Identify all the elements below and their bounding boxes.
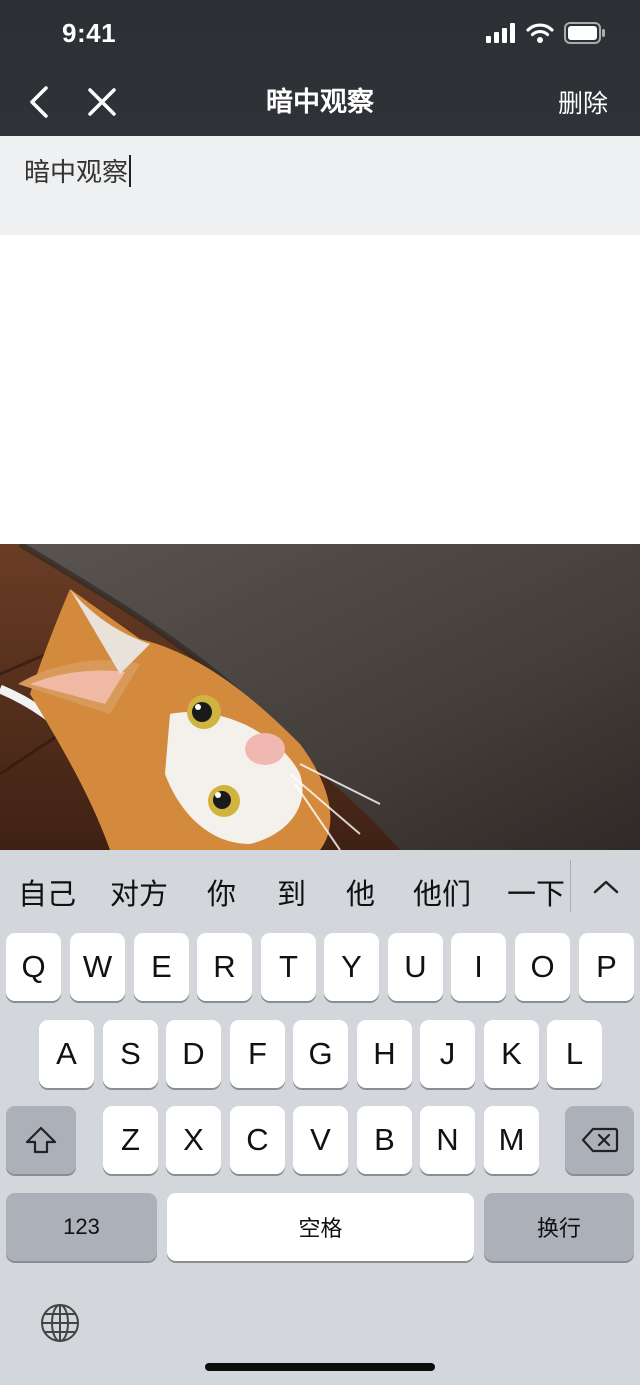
candidate-2[interactable]: 对方 [110,871,168,913]
key-v[interactable]: V [293,1106,348,1174]
nav-header: 9:41 暗中观察 删除 [0,0,640,136]
key-i[interactable]: I [451,933,506,1001]
page-title: 暗中观察 [266,87,374,117]
key-k[interactable]: K [484,1020,539,1088]
globe-icon[interactable] [40,1303,80,1343]
numbers-key[interactable]: 123 [6,1193,157,1261]
key-z[interactable]: Z [103,1106,158,1174]
title-input[interactable]: 暗中观察 [24,152,132,189]
key-c[interactable]: C [230,1106,285,1174]
key-f[interactable]: F [230,1020,285,1088]
shift-icon [25,1126,57,1154]
candidate-1[interactable]: 自己 [18,871,76,913]
key-r[interactable]: R [197,933,252,1001]
key-y[interactable]: Y [324,933,379,1001]
key-x[interactable]: X [166,1106,221,1174]
delete-button[interactable]: 删除 [558,84,608,120]
key-b[interactable]: B [357,1106,412,1174]
wifi-icon [526,23,554,43]
key-d[interactable]: D [166,1020,221,1088]
key-t[interactable]: T [261,933,316,1001]
key-h[interactable]: H [357,1020,412,1088]
key-q[interactable]: Q [6,933,61,1001]
candidate-6[interactable]: 他们 [413,871,471,913]
battery-icon [564,22,605,44]
signal-icon [486,23,515,43]
key-l[interactable]: L [547,1020,602,1088]
key-o[interactable]: O [515,933,570,1001]
key-e[interactable]: E [134,933,189,1001]
candidate-4[interactable]: 到 [277,871,306,913]
editor-body[interactable] [0,235,640,544]
key-s[interactable]: S [103,1020,158,1088]
key-w[interactable]: W [70,933,125,1001]
backspace-icon [581,1127,618,1153]
candidate-divider [570,860,571,912]
status-time: 9:41 [62,18,117,48]
text-caret [129,154,132,187]
space-key[interactable]: 空格 [167,1193,474,1261]
return-key[interactable]: 换行 [484,1193,634,1261]
candidate-5[interactable]: 他 [346,871,375,913]
candidate-7[interactable]: 一下 [507,871,565,913]
key-p[interactable]: P [579,933,634,1001]
cat-photo-image [0,544,640,850]
status-icons [486,22,606,44]
key-g[interactable]: G [293,1020,348,1088]
key-u[interactable]: U [388,933,443,1001]
title-input-value: 暗中观察 [24,157,129,187]
key-j[interactable]: J [420,1020,475,1088]
key-a[interactable]: A [39,1020,94,1088]
cat-photo[interactable] [0,544,640,850]
shift-key[interactable] [6,1106,76,1174]
candidate-3[interactable]: 你 [207,871,236,913]
key-n[interactable]: N [420,1106,475,1174]
home-indicator [205,1363,435,1371]
key-m[interactable]: M [484,1106,539,1174]
chevron-up-icon[interactable] [590,872,622,902]
backspace-key[interactable] [565,1106,634,1174]
